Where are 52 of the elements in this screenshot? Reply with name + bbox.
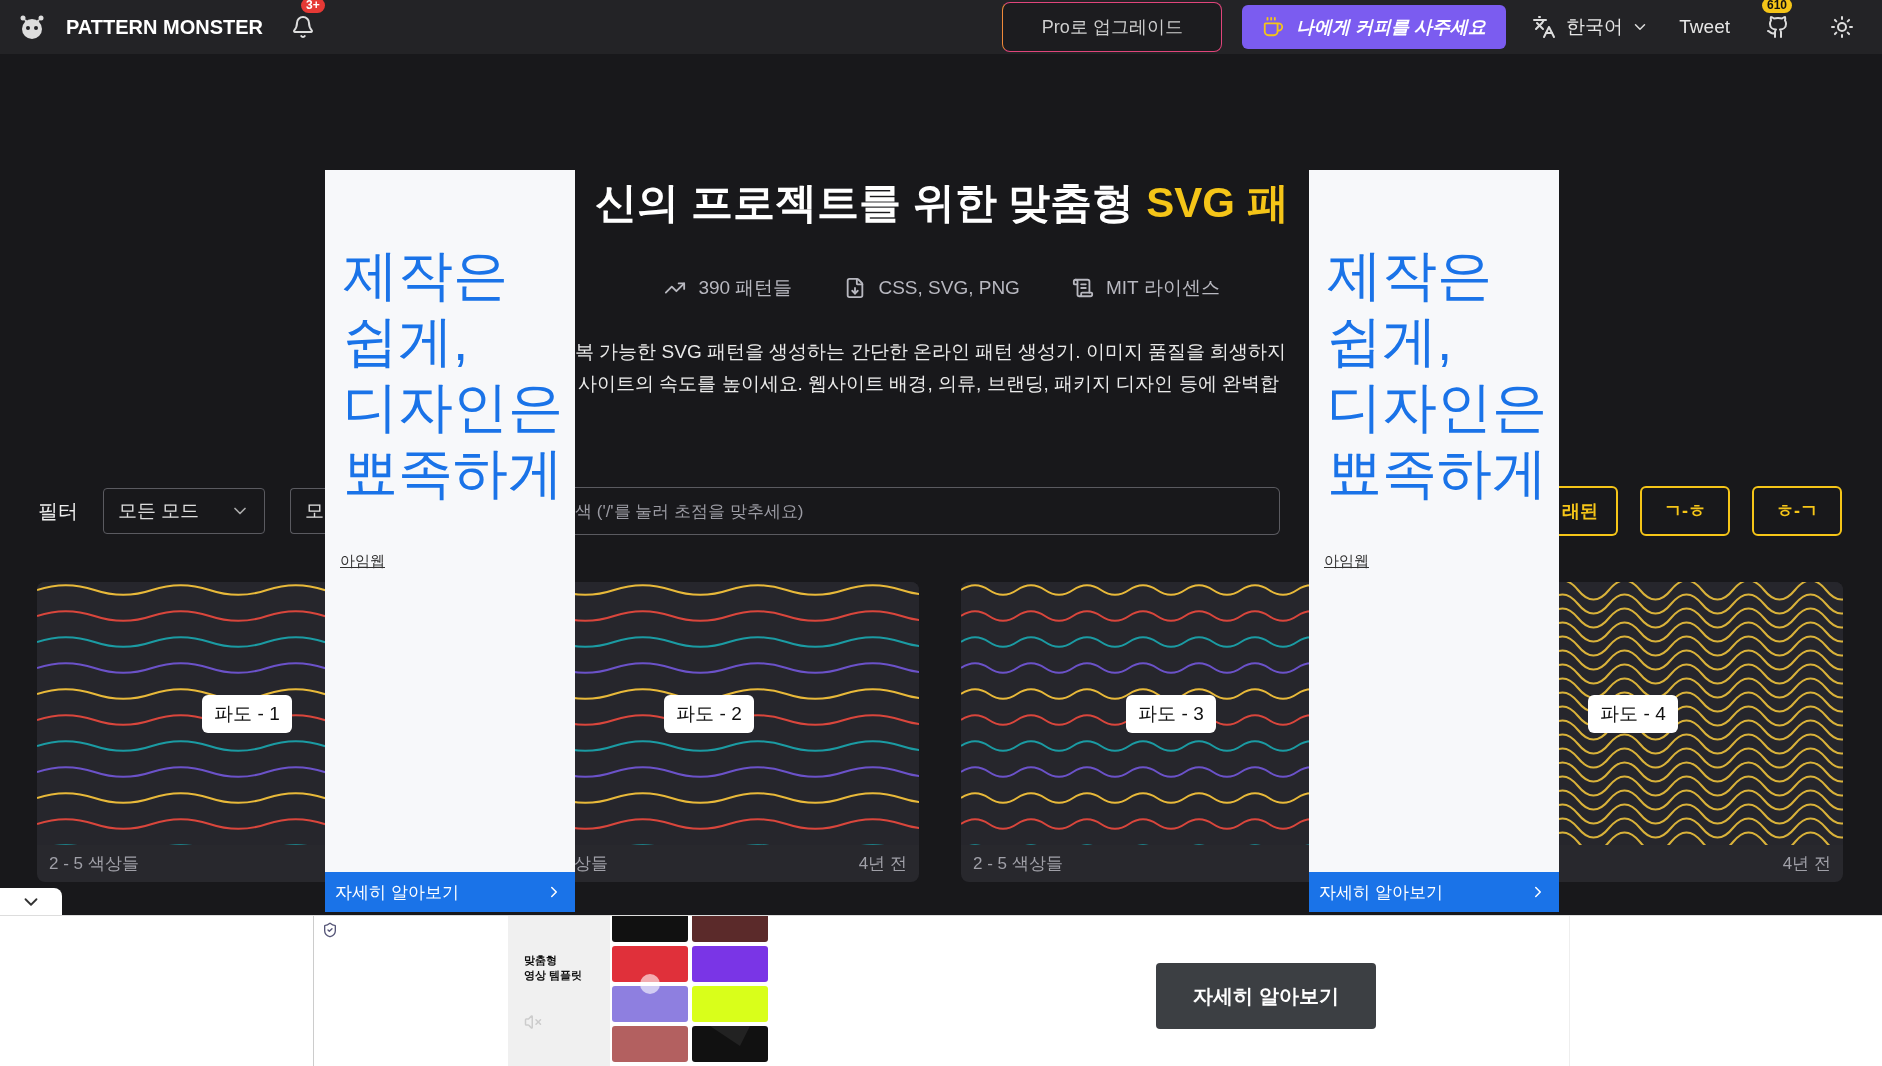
ad-headline: 디자인은 [1327, 375, 1548, 440]
ad-headline: 디자인은 [343, 375, 564, 440]
ad-caption: 맞춤형 [524, 952, 558, 968]
learn-more-button[interactable]: 자세히 알아보기 [1156, 963, 1376, 1029]
license-icon [1071, 277, 1094, 299]
language-select[interactable]: 한국어 [1566, 14, 1624, 40]
brand-name: PATTERN MONSTER [66, 15, 264, 39]
description-text: 사이트의 속도를 높이세요. 웹사이트 배경, 의류, 브랜딩, 패키지 디자인 등에 완벽합 [577, 372, 1280, 396]
pattern-name: 파도 - 4 [1588, 694, 1678, 733]
cup-icon [1262, 16, 1285, 38]
sort-button[interactable]: ㅎ-ㄱ [1752, 486, 1842, 536]
color-count: 상들 [574, 853, 608, 875]
mute-icon [524, 1012, 542, 1031]
mode-select[interactable]: 모든 모드 [103, 488, 265, 534]
page-title: 신의 프로젝트를 위한 맞춤형 SVG 패 [595, 178, 1289, 228]
pattern-name: 파도 - 2 [664, 694, 754, 733]
ad-headline: 제작은 [1327, 243, 1493, 308]
upgrade-button[interactable]: Pro로 업그레이드 [1002, 2, 1223, 52]
advertiser-link[interactable]: 아임웹 [1324, 552, 1369, 571]
theme-toggle-icon[interactable] [1830, 15, 1854, 39]
color-count: 2 - 5 색상들 [49, 853, 139, 875]
stat-label: MIT 라이센스 [1105, 276, 1220, 300]
stat-label: CSS, SVG, PNG [878, 277, 1020, 299]
star-count-badge: 610 [1762, 0, 1793, 13]
pattern-name: 파도 - 1 [202, 694, 292, 733]
ad-headline: 쉽게, [343, 309, 470, 374]
age-label: 4년 전 [1782, 853, 1831, 875]
github-icon[interactable] [1766, 15, 1790, 39]
ad-caption: 영상 템플릿 [524, 967, 584, 983]
ad-headline: 제작은 [343, 243, 509, 308]
search-field[interactable]: 색 ('/'를 눌러 초점을 맞추세요) [575, 487, 1280, 535]
pattern-name: 파도 - 3 [1126, 694, 1216, 733]
ad-headline: 뾰족하게 [1327, 441, 1548, 506]
coffee-button[interactable]: 나에게 커피를 사주세요 [1242, 5, 1507, 49]
translate-icon[interactable] [1532, 15, 1557, 39]
tweet-link[interactable]: Tweet [1679, 16, 1730, 38]
bell-icon[interactable] [291, 15, 316, 39]
description-text: 복 가능한 SVG 패턴을 생성하는 간단한 온라인 패턴 생성기. 이미지 품질을 희생하지 [575, 340, 1288, 364]
ad-headline: 뾰족하게 [343, 441, 564, 506]
color-count: 2 - 5 색상들 [973, 853, 1063, 875]
ad-headline: 쉽게, [1327, 309, 1454, 374]
learn-more-link[interactable]: 자세히 알아보기 [325, 872, 575, 912]
filter-label: 필터 [38, 498, 79, 524]
advertiser-link[interactable]: 아임웹 [340, 552, 385, 571]
collapse-button[interactable] [0, 888, 62, 916]
monster-logo-icon [18, 14, 46, 40]
learn-more-link[interactable]: 자세히 알아보기 [1309, 872, 1559, 912]
age-label: 4년 전 [858, 853, 907, 875]
ad-info-icon[interactable] [322, 922, 338, 938]
notification-badge: 3+ [301, 0, 325, 13]
sort-button[interactable]: ㄱ-ㅎ [1640, 486, 1730, 536]
stat-label: 390 패턴들 [698, 276, 793, 300]
